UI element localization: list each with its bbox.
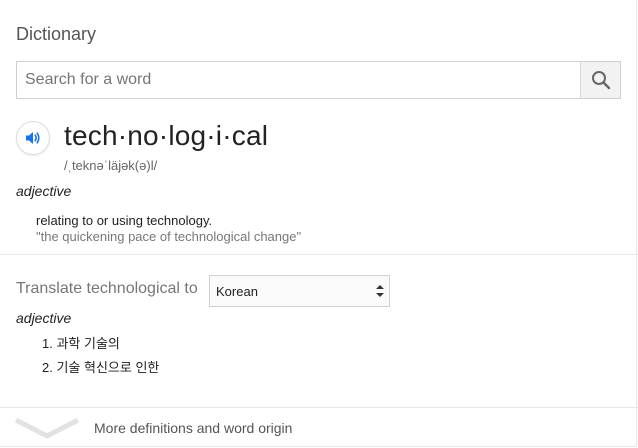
more-definitions-label: More definitions and word origin [94,420,293,436]
select-arrows-icon [376,285,384,297]
language-select[interactable]: Korean [209,275,390,307]
search-box [16,61,621,99]
dictionary-title: Dictionary [16,24,97,44]
translation-part-of-speech: adjective [16,310,72,326]
translation-number: 2. [42,360,53,375]
translation-number: 1. [42,336,53,351]
translate-label: Translate technological to [16,280,198,297]
search-button[interactable] [580,62,620,98]
more-definitions-link[interactable]: More definitions and word origin [0,408,638,448]
dictionary-card: Dictionary tech·no·log·i·cal /ˌteknəˈläj… [0,0,638,448]
translation-text: 과학 기술의 [56,336,120,351]
search-input[interactable] [17,62,582,98]
example-sentence: "the quickening pace of technological ch… [36,229,302,244]
definition-text: relating to or using technology. [36,213,213,228]
list-item: 2. 기술 혁신으로 인한 [42,359,159,383]
list-item: 1. 과학 기술의 [42,335,159,359]
search-icon [591,71,610,90]
chevron-down-icon [14,417,80,439]
language-select-value: Korean [216,284,258,299]
part-of-speech: adjective [16,183,72,199]
speaker-icon [26,132,40,144]
translation-list: 1. 과학 기술의 2. 기술 혁신으로 인한 [42,335,159,383]
translation-text: 기술 혁신으로 인한 [56,360,160,375]
phonetic-spelling: /ˌteknəˈläjək(ə)l/ [64,158,158,173]
divider [0,254,638,255]
pronunciation-button[interactable] [16,121,50,155]
headword: tech·no·log·i·cal [64,120,269,151]
